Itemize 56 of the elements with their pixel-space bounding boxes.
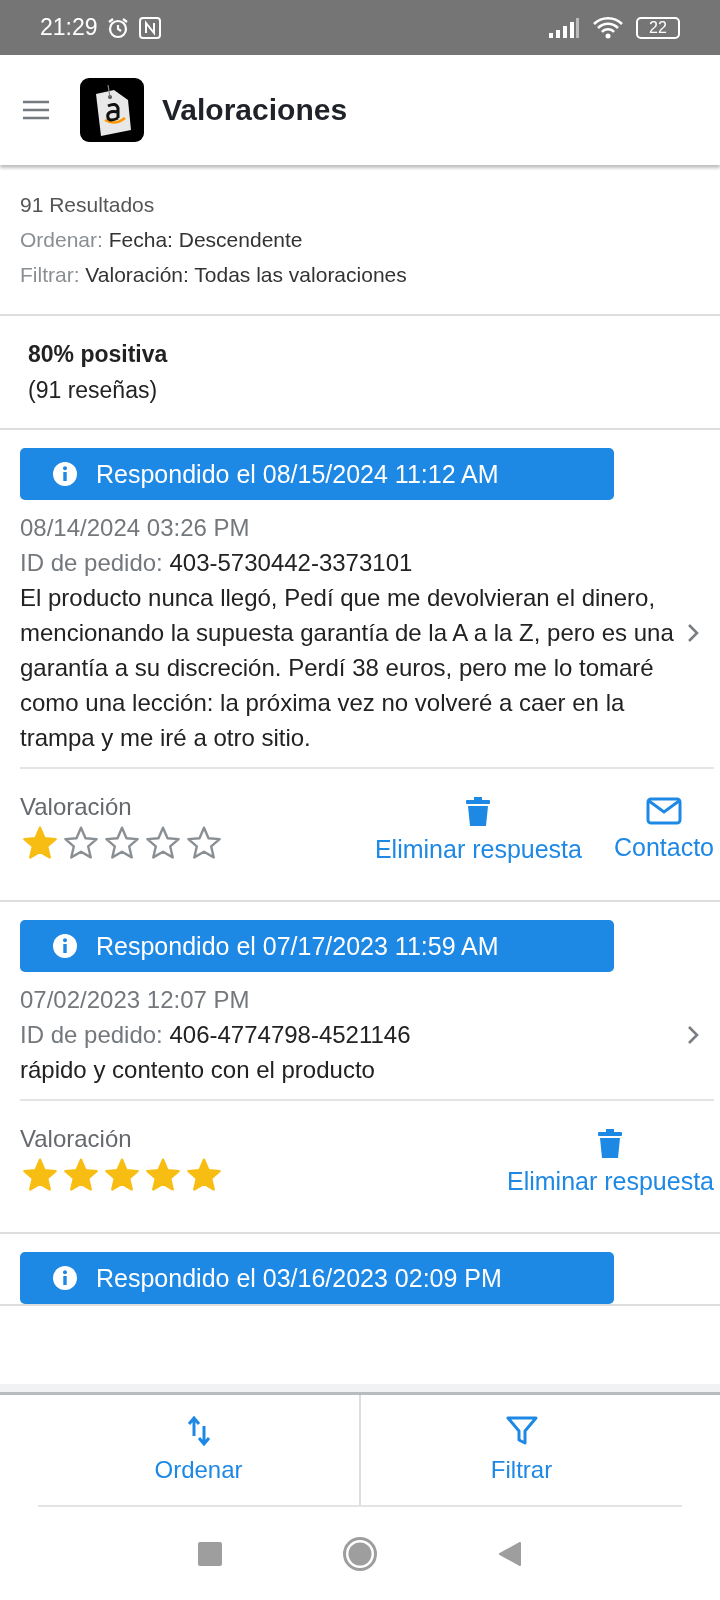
filter-icon bbox=[505, 1416, 538, 1446]
review-text: rápido y contento con el producto bbox=[20, 1055, 376, 1085]
filled-star-icon bbox=[145, 1157, 181, 1193]
app-logo-icon bbox=[80, 78, 144, 142]
delete-response-button[interactable]: Eliminar respuesta bbox=[374, 793, 582, 864]
delete-response-button[interactable]: Eliminar respuesta bbox=[506, 1125, 714, 1196]
nfc-icon bbox=[137, 15, 162, 40]
filter-label: Filtrar: bbox=[20, 263, 80, 286]
screen-title: Valoraciones bbox=[162, 93, 348, 127]
back-icon[interactable] bbox=[498, 1540, 522, 1567]
sort-value: Fecha: Descendente bbox=[108, 228, 303, 251]
info-icon bbox=[52, 933, 78, 959]
empty-star-icon bbox=[63, 825, 99, 861]
filled-star-icon bbox=[63, 1157, 99, 1193]
trash-icon bbox=[465, 797, 492, 827]
home-icon[interactable] bbox=[342, 1535, 378, 1572]
review-date: 08/14/2024 03:26 PM bbox=[20, 513, 251, 543]
sort-label: Ordenar: bbox=[20, 228, 103, 251]
order-id-label: ID de pedido: bbox=[20, 549, 163, 576]
review-date: 07/02/2023 12:07 PM bbox=[20, 985, 251, 1015]
recent-apps-icon[interactable] bbox=[198, 1541, 222, 1566]
review-count: (91 reseñas) bbox=[28, 376, 159, 405]
empty-star-icon bbox=[145, 825, 181, 861]
battery-icon: 22 bbox=[636, 16, 680, 39]
filter-button[interactable]: Filtrar bbox=[359, 1395, 682, 1505]
rating-label: Valoración bbox=[20, 793, 133, 821]
sort-arrows-icon bbox=[186, 1416, 211, 1446]
results-count: 91 Resultados bbox=[20, 192, 156, 218]
review-text: El producto nunca llegó, Pedí que me devolvieran el dinero, mencionando la supuesta garantía de la A a la Z, pero es una garantía a su discreción. Perdí 38 euros, pero me lo tomaré como una lección: la próxima vez no volveré a caer en la trampa y me iré a otro sitio. bbox=[20, 583, 675, 753]
empty-star-icon bbox=[186, 825, 222, 861]
envelope-icon bbox=[645, 797, 682, 825]
filter-value: Valoración: Todas las valoraciones bbox=[85, 263, 407, 286]
filled-star-icon bbox=[22, 825, 58, 861]
info-icon bbox=[52, 1265, 78, 1291]
order-id: 403-5730442-3373101 bbox=[169, 549, 413, 576]
filled-star-icon bbox=[22, 1157, 58, 1193]
filled-star-icon bbox=[104, 1157, 140, 1193]
signal-icon bbox=[548, 16, 580, 39]
response-date: Respondido el 03/16/2023 02:09 PM bbox=[96, 1263, 502, 1293]
filled-star-icon bbox=[186, 1157, 222, 1193]
clock-time: 21:29 bbox=[40, 14, 98, 41]
empty-star-icon bbox=[104, 825, 140, 861]
positive-percentage: 80% positiva bbox=[28, 340, 169, 369]
wifi-icon bbox=[592, 15, 624, 40]
menu-icon[interactable] bbox=[22, 100, 50, 120]
chevron-right-icon[interactable] bbox=[686, 621, 700, 644]
contact-button[interactable]: Contacto bbox=[613, 793, 714, 862]
rating-label: Valoración bbox=[20, 1125, 133, 1153]
response-date: Respondido el 08/15/2024 11:12 AM bbox=[96, 459, 499, 489]
order-id-label: ID de pedido: bbox=[20, 1021, 163, 1048]
sort-button[interactable]: Ordenar bbox=[38, 1395, 359, 1505]
info-icon bbox=[52, 461, 78, 487]
chevron-right-icon[interactable] bbox=[686, 1023, 700, 1046]
order-id: 406-4774798-4521146 bbox=[169, 1021, 411, 1048]
trash-icon bbox=[597, 1129, 624, 1159]
response-date: Respondido el 07/17/2023 11:59 AM bbox=[96, 931, 499, 961]
